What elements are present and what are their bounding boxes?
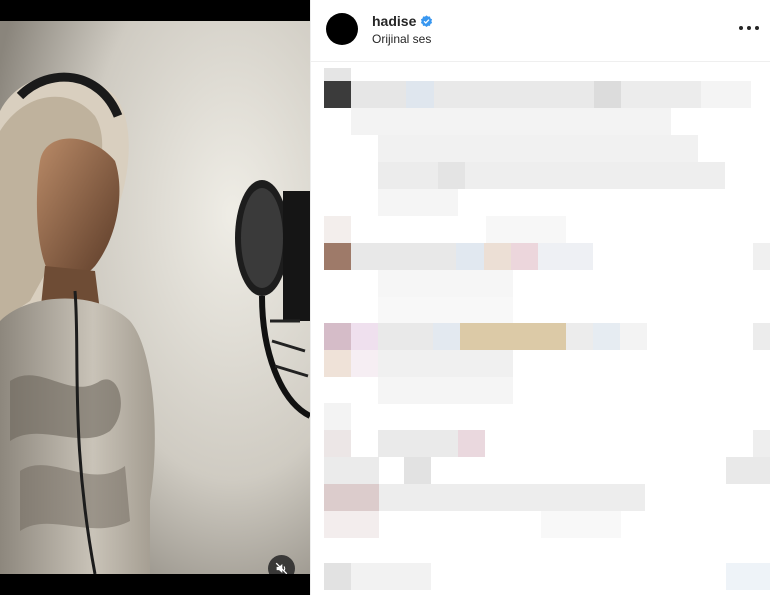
more-options-icon (739, 26, 743, 30)
verified-badge-icon (421, 14, 433, 27)
pixel-block (324, 243, 351, 270)
pixel-block (351, 108, 671, 135)
media-letterbox-top (0, 0, 310, 21)
pixel-block (324, 484, 379, 511)
pixel-block (324, 81, 351, 108)
pixel-block (511, 243, 538, 270)
pixel-block (324, 68, 351, 81)
post-header: hadise Orijinal ses (311, 0, 770, 62)
pixel-block (351, 350, 378, 377)
pixel-block (404, 457, 431, 484)
post-video-frame[interactable] (0, 21, 310, 574)
pixel-block (538, 243, 593, 270)
pixel-block (486, 216, 566, 243)
username-row: hadise (372, 13, 433, 29)
pixel-block (324, 511, 379, 538)
pixel-block (351, 323, 378, 350)
pixel-block (378, 323, 433, 350)
more-options-button[interactable] (739, 20, 759, 36)
audio-link[interactable]: Orijinal ses (372, 32, 431, 46)
pixel-block (456, 243, 484, 270)
media-letterbox-bottom (0, 574, 310, 595)
pixel-block (378, 350, 513, 377)
pixel-block (378, 162, 438, 189)
pixel-block (753, 243, 770, 270)
pixel-block (378, 189, 458, 216)
pixel-block (378, 270, 513, 297)
pixel-block (324, 323, 351, 350)
pixel-block (593, 323, 620, 350)
pixel-block (726, 563, 770, 590)
pixel-block (438, 162, 465, 189)
pixel-block (324, 403, 351, 430)
pixel-block (351, 81, 406, 108)
pixel-block (351, 563, 431, 590)
pixel-block (406, 81, 434, 108)
pixel-block (484, 243, 511, 270)
post-details-panel: hadise Orijinal ses (310, 0, 770, 595)
username-link[interactable]: hadise (372, 13, 416, 29)
post-viewer: hadise Orijinal ses (0, 0, 770, 595)
pixel-block (324, 430, 351, 457)
comments-section-pixelated (311, 63, 770, 595)
pixel-block (460, 323, 566, 350)
pixel-block (324, 457, 379, 484)
pixel-block (433, 323, 460, 350)
pixel-block (621, 81, 701, 108)
post-media[interactable] (0, 0, 310, 595)
pixel-block (566, 323, 593, 350)
pixel-block (378, 377, 513, 404)
pixel-block (726, 457, 770, 484)
pixel-block (351, 243, 456, 270)
pixel-block (541, 511, 621, 538)
pixel-block (594, 81, 621, 108)
pixel-block (434, 81, 594, 108)
pixel-block (378, 430, 458, 457)
pixel-block (701, 81, 751, 108)
pixel-block (753, 430, 770, 457)
profile-avatar[interactable] (326, 13, 358, 45)
pixel-block (465, 162, 725, 189)
pixel-block (379, 484, 645, 511)
pixel-block (620, 323, 647, 350)
recording-studio-photo (0, 21, 310, 574)
pixel-block (378, 297, 513, 324)
pixel-block (753, 323, 770, 350)
pixel-block (324, 563, 351, 590)
pixel-block (324, 216, 351, 243)
speaker-muted-icon (275, 562, 288, 574)
pixel-block (324, 350, 351, 377)
pixel-block (458, 430, 485, 457)
pixel-block (378, 135, 698, 162)
